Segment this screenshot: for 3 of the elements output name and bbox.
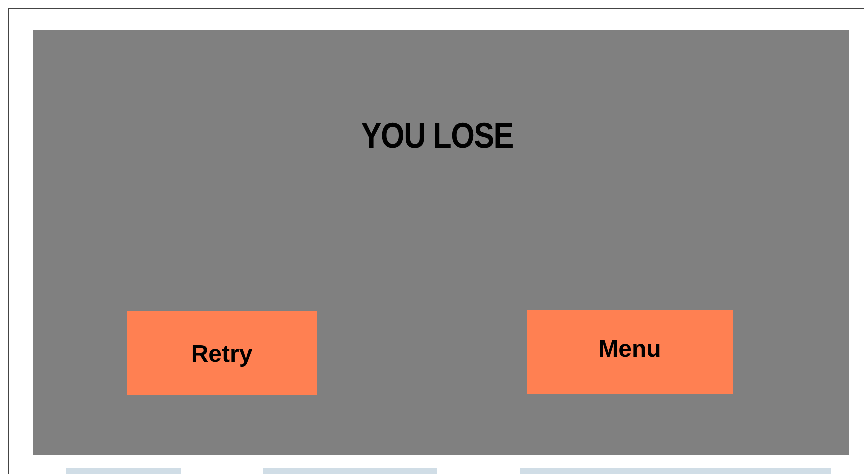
retry-button[interactable]: Retry: [127, 311, 317, 395]
menu-button[interactable]: Menu: [527, 310, 733, 394]
game-over-title: YOU LOSE: [361, 116, 513, 156]
